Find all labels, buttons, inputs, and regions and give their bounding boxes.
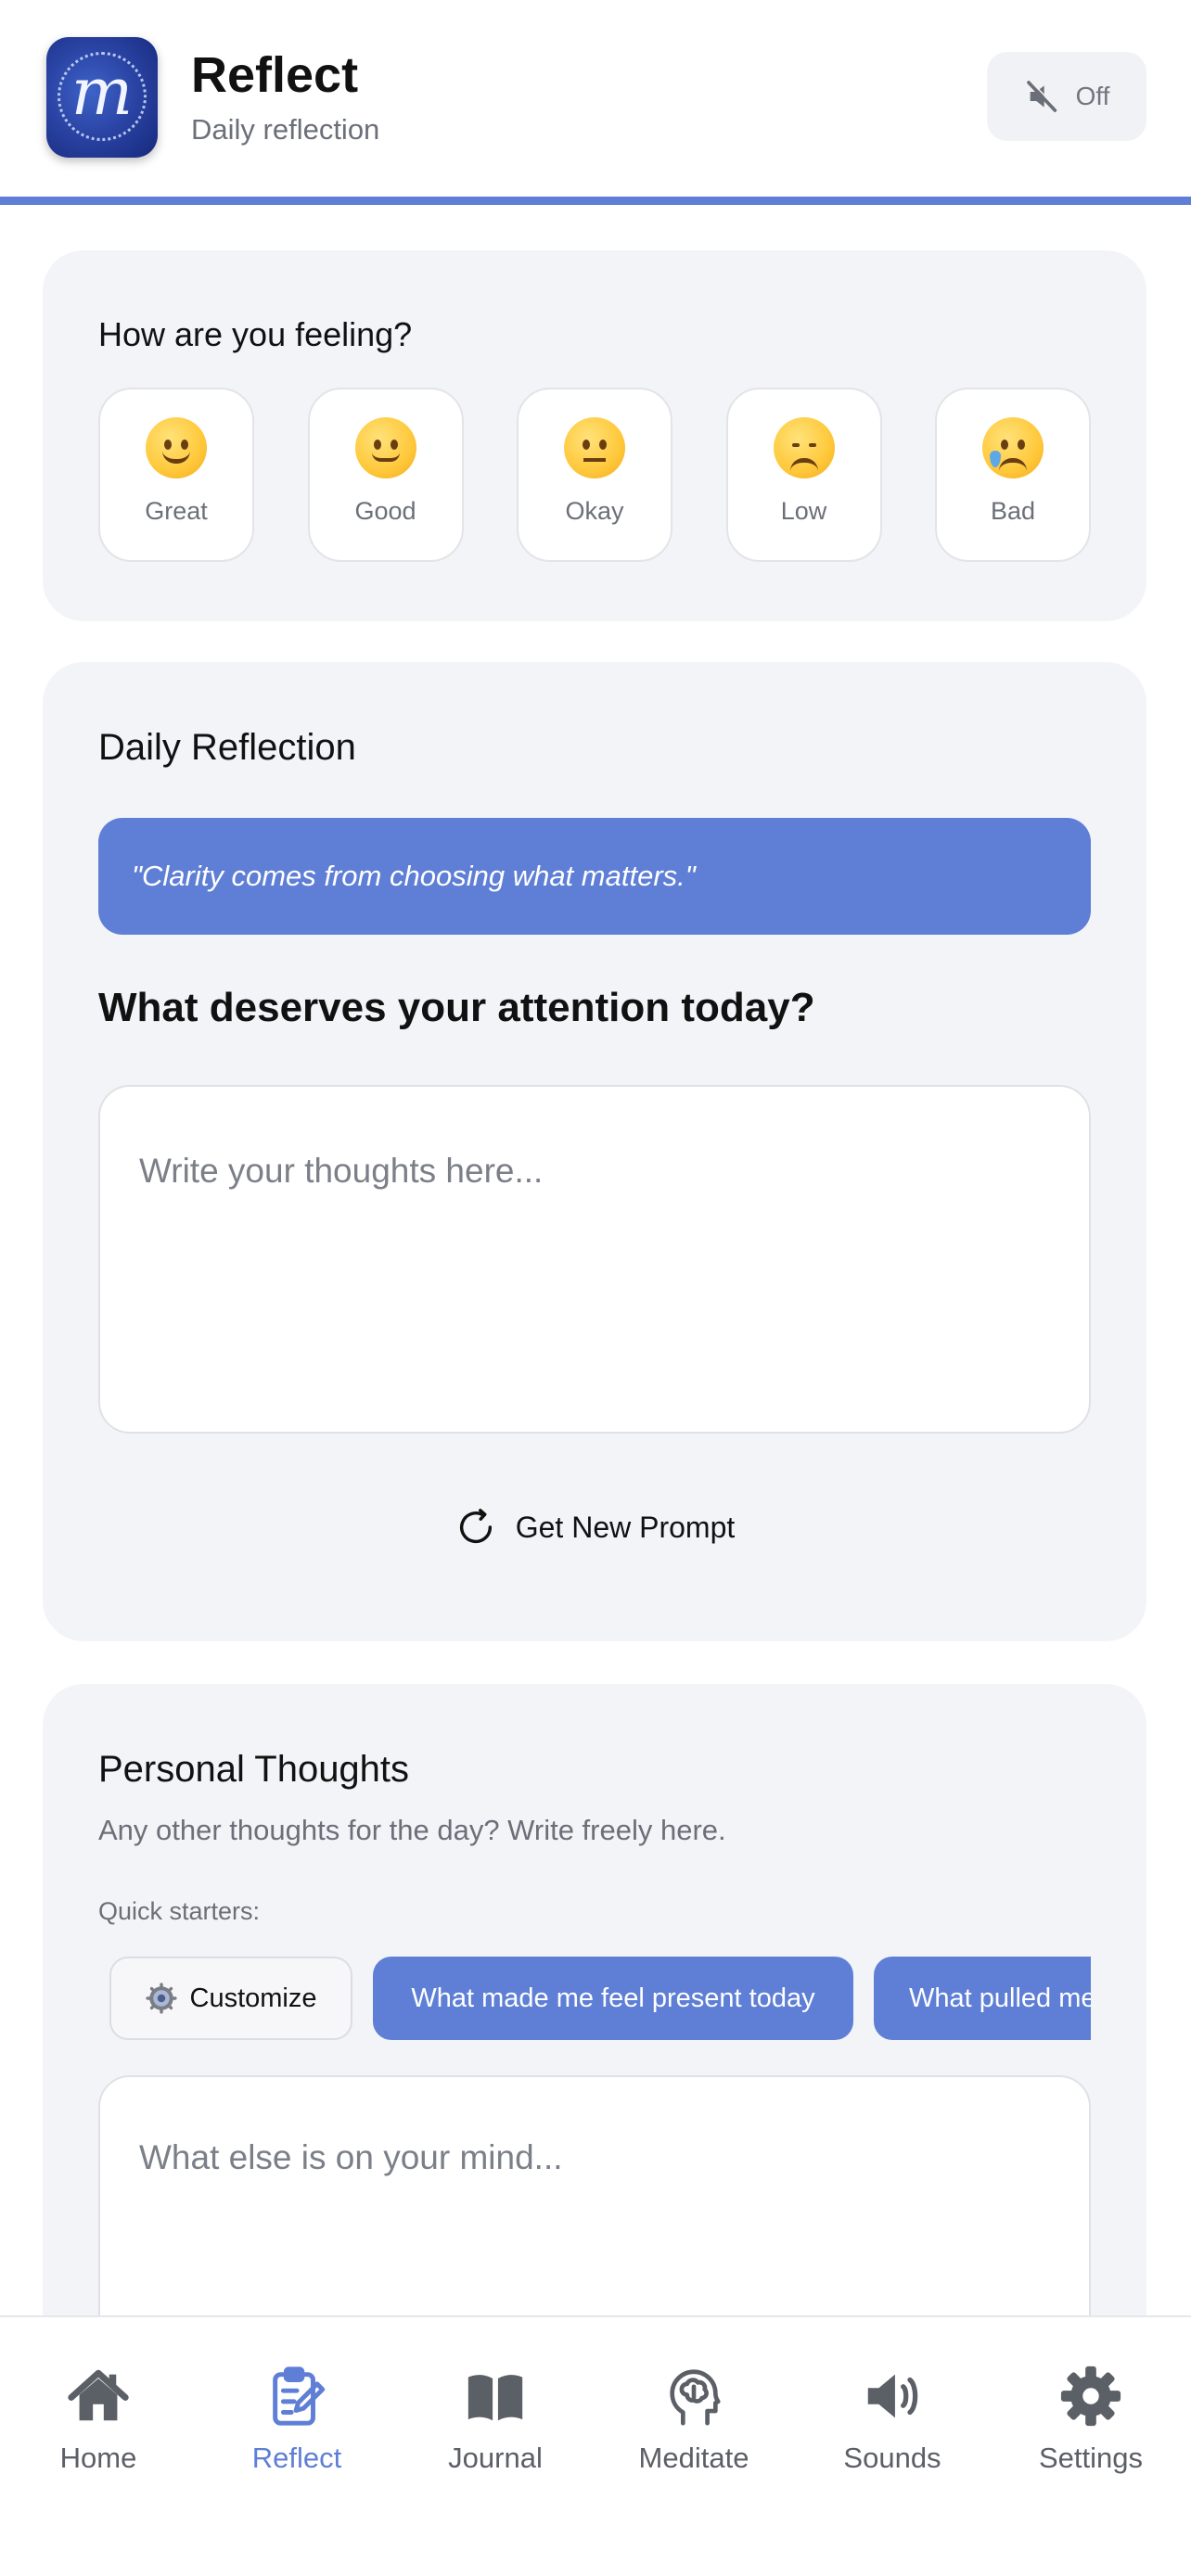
mood-options: Great Good Okay Low Bad [98,388,1091,562]
page-subtitle: Daily reflection [191,113,380,146]
starter-chip[interactable]: What made me feel present today [373,1957,853,2040]
tab-home[interactable]: Home [6,2364,191,2475]
pensive-face-icon [773,417,835,478]
customize-button[interactable]: Customize [109,1957,352,2040]
tab-reflect[interactable]: Reflect [204,2364,390,2475]
home-icon [68,2369,129,2421]
speaker-icon [867,2374,918,2418]
gear-icon [1060,2366,1121,2427]
tab-meditate[interactable]: Meditate [601,2364,787,2475]
mood-card: How are you feeling? Great Good Okay Low… [43,250,1146,621]
page-title: Reflect [191,47,359,103]
bottom-tab-bar: Home Reflect Journal Meditate Sounds Set… [0,2315,1191,2576]
sound-toggle-button[interactable]: Off [987,52,1146,141]
refresh-icon [459,1509,492,1544]
app-header: m Reflect Daily reflection Off [0,0,1191,197]
starter-chip[interactable]: What pulled me [874,1957,1091,2040]
speaker-muted-icon [1026,80,1057,112]
book-open-icon [467,2375,523,2421]
reflection-prompt: What deserves your attention today? [98,985,815,1030]
tab-journal[interactable]: Journal [403,2364,588,2475]
slightly-smiling-face-icon [354,417,416,478]
personal-title: Personal Thoughts [98,1749,410,1790]
clipboard-edit-icon [273,2366,326,2426]
gear-icon [145,1983,177,2014]
mood-option-good[interactable]: Good [307,388,464,562]
personal-subtitle: Any other thoughts for the day? Write fr… [98,1814,726,1846]
mood-option-bad[interactable]: Bad [935,388,1091,562]
head-brain-icon [670,2369,721,2426]
quick-starters-label: Quick starters: [98,1897,261,1925]
tab-settings[interactable]: Settings [998,2364,1184,2475]
mood-option-low[interactable]: Low [725,388,882,562]
quick-starter-chips[interactable]: Customize What made me feel present toda… [98,1957,1091,2042]
reflection-input[interactable] [98,1085,1091,1434]
daily-reflection-card: Daily Reflection "Clarity comes from cho… [43,662,1146,1641]
reflection-quote: "Clarity comes from choosing what matter… [98,818,1091,935]
grinning-face-icon [146,417,207,478]
app-logo-icon: m [46,37,158,158]
mood-title: How are you feeling? [98,315,413,353]
crying-face-icon [982,417,1044,478]
neutral-face-icon [564,417,625,478]
mood-option-okay[interactable]: Okay [517,388,672,562]
sound-toggle-label: Off [1075,82,1110,110]
tab-sounds[interactable]: Sounds [800,2364,985,2475]
header-accent-bar [0,197,1191,205]
reflection-title: Daily Reflection [98,727,356,768]
get-new-prompt-button[interactable]: Get New Prompt [43,1506,1146,1549]
mood-option-great[interactable]: Great [98,388,254,562]
personal-thoughts-card: Personal Thoughts Any other thoughts for… [43,1684,1146,2446]
